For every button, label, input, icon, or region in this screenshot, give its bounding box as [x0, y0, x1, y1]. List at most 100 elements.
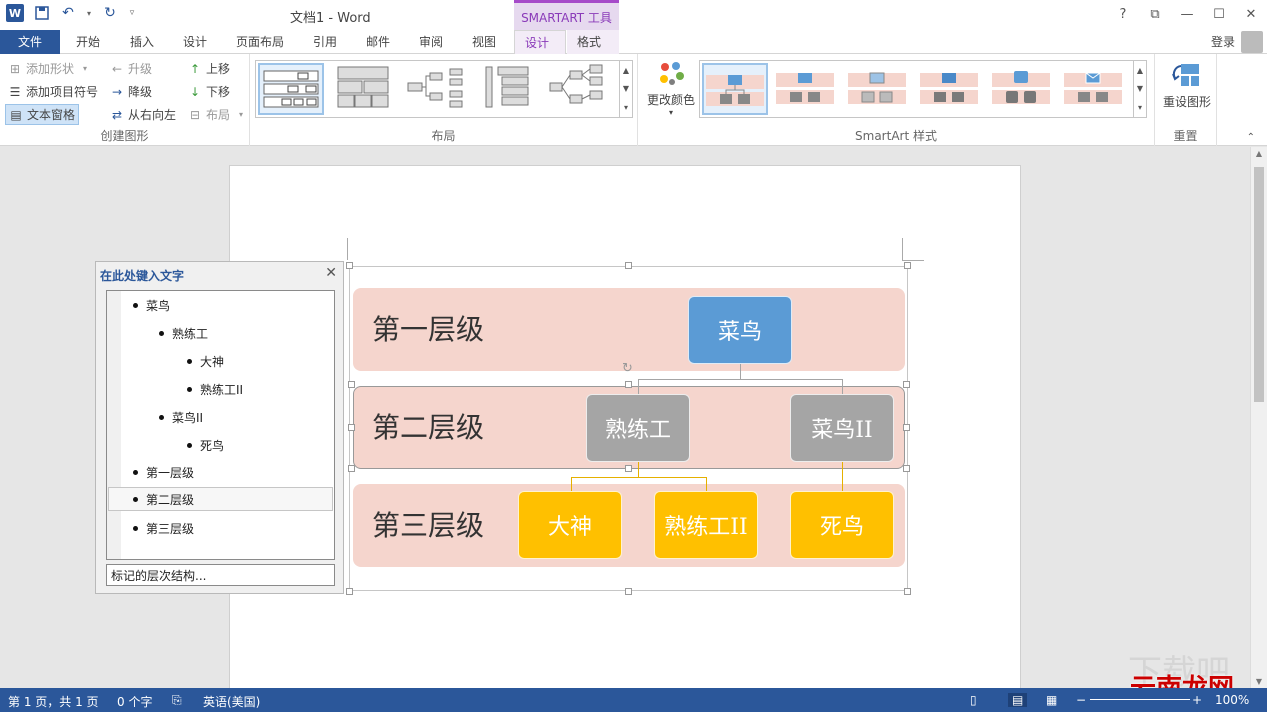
tab-page-layout[interactable]: 页面布局	[226, 30, 294, 54]
list-item[interactable]: 菜鸟II	[159, 405, 203, 429]
chevron-up-icon[interactable]: ▲	[1137, 66, 1143, 75]
rotate-handle-icon[interactable]: ↻	[622, 361, 633, 376]
collapse-ribbon-icon[interactable]: ⌃	[1247, 132, 1255, 143]
text-pane-button[interactable]: ▤ 文本窗格	[5, 104, 80, 125]
text-pane-list[interactable]: 菜鸟 熟练工 大神 熟练工II 菜鸟II 死鸟 第一层级 第二层级 第三层级	[106, 290, 335, 560]
resize-handle-top[interactable]	[625, 262, 632, 269]
tab-view[interactable]: 视图	[462, 30, 506, 54]
tab-file[interactable]: 文件	[0, 30, 60, 54]
list-item[interactable]: 菜鸟	[133, 293, 170, 317]
page-count[interactable]: 第 1 页，共 1 页	[8, 693, 99, 710]
word-count[interactable]: 0 个字	[117, 693, 152, 710]
style-option-1[interactable]	[702, 63, 768, 115]
close-button[interactable]: ✕	[1235, 0, 1267, 30]
tab-design[interactable]: 设计	[173, 30, 217, 54]
layouts-gallery-scroll[interactable]: ▲ ▼ ▾	[619, 61, 632, 117]
redo-icon[interactable]: ↻	[102, 5, 118, 21]
language[interactable]: 英语(美国)	[203, 693, 260, 710]
add-shape-button[interactable]: ⊞ 添加形状 ▾	[8, 60, 92, 77]
chevron-down-icon[interactable]: ▼	[623, 84, 629, 93]
list-item[interactable]: 第三层级	[133, 516, 194, 540]
tab-smartart-design[interactable]: 设计	[514, 30, 566, 55]
node-level2-b[interactable]: 菜鸟II	[790, 394, 894, 462]
layout-button[interactable]: ⊟ 布局 ▾	[188, 106, 248, 123]
resize-handle-bottom[interactable]	[625, 588, 632, 595]
style-option-3[interactable]	[846, 63, 912, 115]
style-option-5[interactable]	[990, 63, 1056, 115]
tab-mailings[interactable]: 邮件	[356, 30, 400, 54]
node-level2-a[interactable]: 熟练工	[586, 394, 690, 462]
zoom-level[interactable]: 100%	[1215, 693, 1249, 707]
zoom-slider[interactable]	[1090, 699, 1190, 700]
resize-handle-bottom-left[interactable]	[346, 588, 353, 595]
chevron-up-icon[interactable]: ▲	[623, 66, 629, 75]
promote-button[interactable]: ← 升级	[110, 60, 152, 77]
minimize-button[interactable]: —	[1171, 0, 1203, 30]
layout-option-2[interactable]	[332, 63, 398, 115]
band-handle-right[interactable]	[903, 424, 910, 431]
ribbon-display-options-button[interactable]: ⧉	[1139, 0, 1171, 30]
more-icon[interactable]: ▾	[1138, 103, 1142, 112]
tab-references[interactable]: 引用	[303, 30, 347, 54]
add-bullet-button[interactable]: ☰ 添加项目符号	[8, 83, 98, 100]
layout-option-5[interactable]	[548, 63, 614, 115]
customize-qat-icon[interactable]: ▿	[128, 5, 136, 21]
node-level3-c[interactable]: 死鸟	[790, 491, 894, 559]
node-level3-a[interactable]: 大神	[518, 491, 622, 559]
zoom-out-icon[interactable]: −	[1076, 693, 1086, 707]
more-icon[interactable]: ▾	[624, 103, 628, 112]
tab-insert[interactable]: 插入	[120, 30, 164, 54]
node-root[interactable]: 菜鸟	[688, 296, 792, 364]
style-option-2[interactable]	[774, 63, 840, 115]
scrollbar-thumb[interactable]	[1254, 167, 1264, 402]
move-down-button[interactable]: ↓ 下移	[188, 83, 230, 100]
resize-handle-top-left[interactable]	[346, 262, 353, 269]
band-handle-bottom-left[interactable]	[348, 465, 355, 472]
band-handle-top[interactable]	[625, 381, 632, 388]
band-handle-bottom[interactable]	[625, 465, 632, 472]
chevron-down-icon[interactable]: ▼	[1137, 84, 1143, 93]
chevron-down-icon[interactable]: ▾	[86, 5, 92, 21]
band-handle-top-right[interactable]	[903, 381, 910, 388]
scroll-down-icon[interactable]: ▼	[1251, 677, 1267, 686]
print-layout-icon[interactable]: ▤	[1008, 693, 1028, 707]
maximize-button[interactable]: ☐	[1203, 0, 1235, 30]
list-item[interactable]: 第一层级	[133, 460, 194, 484]
close-icon[interactable]: ✕	[325, 265, 337, 281]
list-item[interactable]: 大神	[187, 349, 224, 373]
proofing-icon[interactable]: ⎘	[172, 693, 182, 708]
style-option-6[interactable]	[1062, 63, 1128, 115]
avatar[interactable]	[1241, 31, 1263, 53]
list-item[interactable]: 熟练工	[159, 321, 208, 345]
tab-smartart-format[interactable]: 格式	[567, 30, 619, 54]
style-option-4[interactable]	[918, 63, 984, 115]
list-item[interactable]: 死鸟	[187, 433, 224, 457]
scroll-up-icon[interactable]: ▲	[1251, 149, 1267, 158]
list-item[interactable]: 熟练工II	[187, 377, 243, 401]
layout-option-1[interactable]	[258, 63, 324, 115]
read-mode-icon[interactable]: ▯	[970, 693, 977, 707]
help-button[interactable]: ?	[1107, 0, 1139, 30]
layout-option-3[interactable]	[404, 63, 470, 115]
resize-handle-bottom-right[interactable]	[904, 588, 911, 595]
band-handle-left[interactable]	[348, 424, 355, 431]
text-pane-footer-link[interactable]: 标记的层次结构...	[106, 564, 335, 586]
band-handle-bottom-right[interactable]	[903, 465, 910, 472]
zoom-in-icon[interactable]: +	[1192, 693, 1202, 707]
sign-in-link[interactable]: 登录	[1211, 33, 1235, 50]
demote-button[interactable]: → 降级	[110, 83, 152, 100]
band-handle-top-left[interactable]	[348, 381, 355, 388]
web-layout-icon[interactable]: ▦	[1046, 693, 1057, 707]
tab-review[interactable]: 审阅	[409, 30, 453, 54]
resize-handle-top-right[interactable]	[904, 262, 911, 269]
vertical-scrollbar[interactable]: ▲ ▼	[1250, 147, 1267, 688]
move-up-button[interactable]: ↑ 上移	[188, 60, 230, 77]
styles-gallery-scroll[interactable]: ▲ ▼ ▾	[1133, 61, 1146, 117]
node-level3-b[interactable]: 熟练工II	[654, 491, 758, 559]
tab-home[interactable]: 开始	[66, 30, 110, 54]
undo-icon[interactable]: ↶	[60, 5, 76, 21]
reset-graphic-button[interactable]: 重设图形	[1159, 60, 1215, 110]
list-item-selected[interactable]: 第二层级	[108, 487, 333, 511]
right-to-left-button[interactable]: ⇄ 从右向左	[110, 106, 176, 123]
change-colors-button[interactable]: 更改颜色 ▾	[646, 60, 696, 117]
